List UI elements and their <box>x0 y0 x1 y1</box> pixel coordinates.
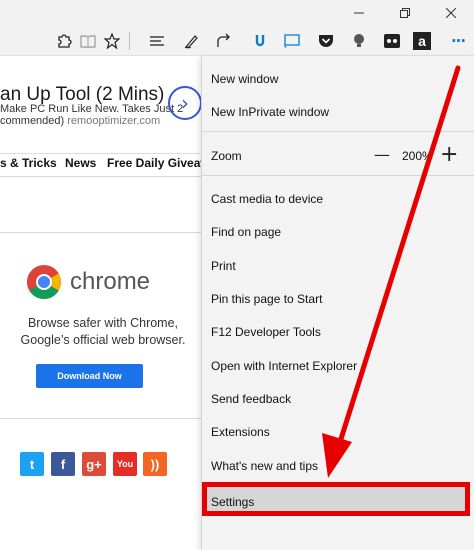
extension-dark-icon[interactable] <box>380 29 404 53</box>
divider <box>0 176 206 177</box>
extension-cast-icon[interactable] <box>280 29 304 53</box>
toolbar-separator <box>129 32 130 50</box>
ad-arrow-button[interactable]: › <box>168 86 202 120</box>
menu-item-settings-highlight[interactable]: Settings <box>202 482 470 516</box>
menu-item-open-ie[interactable]: Open with Internet Explorer <box>211 359 357 373</box>
download-now-button[interactable]: Download Now <box>36 364 143 388</box>
menu-item-zoom-label: Zoom <box>211 149 242 163</box>
reading-view-icon[interactable] <box>76 29 100 53</box>
browser-toolbar: a ··· <box>0 26 474 56</box>
title-bar <box>0 0 474 26</box>
youtube-icon[interactable]: You <box>113 452 137 476</box>
twitter-icon[interactable]: t <box>20 452 44 476</box>
extension-blue-icon[interactable] <box>248 29 272 53</box>
nav-item-news[interactable]: News <box>65 156 96 170</box>
menu-item-extensions[interactable]: Extensions <box>211 425 270 439</box>
menu-item-devtools[interactable]: F12 Developer Tools <box>211 325 321 339</box>
facebook-icon[interactable]: f <box>51 452 75 476</box>
menu-item-print[interactable]: Print <box>211 259 236 273</box>
chrome-logo-icon <box>26 264 62 300</box>
chrome-ad-line1: Browse safer with Chrome, <box>27 316 179 330</box>
ad-source-prefix: commended) <box>0 115 65 127</box>
close-icon[interactable] <box>428 0 474 26</box>
more-actions-menu: New window New InPrivate window Zoom — 2… <box>201 56 474 550</box>
ad-source: commended) remooptimizer.com <box>0 115 160 127</box>
facebook-icon-glyph: f <box>60 456 66 472</box>
chevron-right-icon: › <box>181 91 189 115</box>
zoom-in-button[interactable]: + <box>440 142 458 167</box>
menu-item-feedback[interactable]: Send feedback <box>211 392 291 406</box>
web-page-content: an Up Tool (2 Mins) Make PC Run Like New… <box>0 56 206 550</box>
menu-item-pin[interactable]: Pin this page to Start <box>211 292 322 306</box>
nav-item-giveaway[interactable]: Free Daily Giveaw <box>107 156 206 170</box>
zoom-value: 200% <box>402 149 433 163</box>
twitter-icon-glyph: t <box>29 456 35 472</box>
ad-description: Make PC Run Like New. Takes Just 2 <box>0 103 184 115</box>
restore-icon[interactable] <box>382 0 428 26</box>
menu-item-find[interactable]: Find on page <box>211 225 281 239</box>
pocket-icon[interactable] <box>314 29 338 53</box>
menu-item-settings[interactable]: Settings <box>211 495 254 509</box>
favorite-star-icon[interactable] <box>100 29 124 53</box>
rss-icon[interactable]: )) <box>143 452 167 476</box>
menu-item-new-window[interactable]: New window <box>211 72 278 86</box>
menu-separator <box>202 131 474 132</box>
more-icon[interactable]: ··· <box>446 29 470 53</box>
minimize-icon[interactable] <box>336 0 382 26</box>
zoom-out-button[interactable]: — <box>374 145 390 164</box>
ad-source-domain[interactable]: remooptimizer.com <box>67 115 160 127</box>
chrome-ad-title: chrome <box>70 268 151 295</box>
hub-icon[interactable] <box>145 29 169 53</box>
rss-icon-glyph: )) <box>150 456 160 472</box>
menu-item-whats-new[interactable]: What's new and tips <box>211 459 318 473</box>
more-icon-label: ··· <box>450 32 466 50</box>
extension-lightbulb-icon[interactable] <box>347 29 371 53</box>
chrome-ad-line2: Google’s official web browser. <box>20 333 186 347</box>
puzzle-icon[interactable] <box>52 29 76 53</box>
google-plus-icon[interactable]: g+ <box>82 452 106 476</box>
menu-item-new-inprivate[interactable]: New InPrivate window <box>211 105 329 119</box>
share-icon[interactable] <box>212 29 236 53</box>
amazon-icon[interactable]: a <box>413 32 431 50</box>
youtube-icon-glyph: You <box>116 459 134 469</box>
menu-separator <box>202 175 474 176</box>
google-plus-icon-glyph: g+ <box>86 456 102 472</box>
nav-item-tips[interactable]: s & Tricks <box>0 156 57 170</box>
amazon-icon-label: a <box>418 33 426 49</box>
divider <box>0 418 206 419</box>
divider <box>0 232 206 233</box>
menu-item-cast[interactable]: Cast media to device <box>211 192 323 206</box>
web-note-icon[interactable] <box>180 29 204 53</box>
